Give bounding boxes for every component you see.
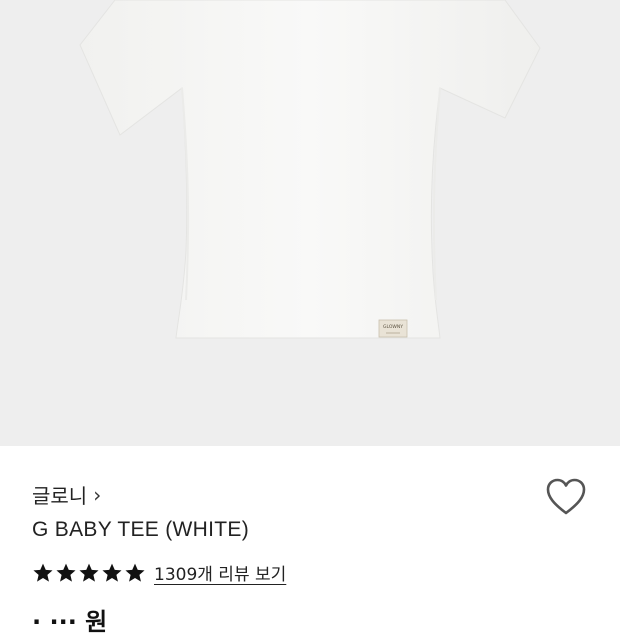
- star-filled-icon: [102, 563, 122, 582]
- heart-outline-icon[interactable]: [546, 478, 586, 516]
- brand-name: 글로니: [32, 484, 88, 508]
- product-image-area[interactable]: GLOWNY: [0, 0, 620, 446]
- garment-label-text: GLOWNY: [383, 324, 403, 330]
- brand-link[interactable]: 글로니 ›: [32, 480, 101, 509]
- star-filled-icon: [79, 563, 99, 582]
- chevron-right-icon: ›: [93, 482, 102, 507]
- review-link[interactable]: 1309개 리뷰 보기: [154, 560, 286, 585]
- star-filled-icon: [56, 563, 76, 582]
- product-info: 글로니 › G BABY TEE (WHITE) 1309개 리뷰 보기 · ·…: [0, 446, 620, 634]
- star-filled-icon: [125, 563, 145, 582]
- rating-row: 1309개 리뷰 보기: [32, 560, 286, 585]
- star-filled-icon: [33, 563, 53, 582]
- price-partial: · ··· 원: [32, 608, 108, 636]
- product-title: G BABY TEE (WHITE): [32, 518, 249, 541]
- rating-stars: [32, 562, 146, 584]
- product-image: GLOWNY: [79, 0, 541, 339]
